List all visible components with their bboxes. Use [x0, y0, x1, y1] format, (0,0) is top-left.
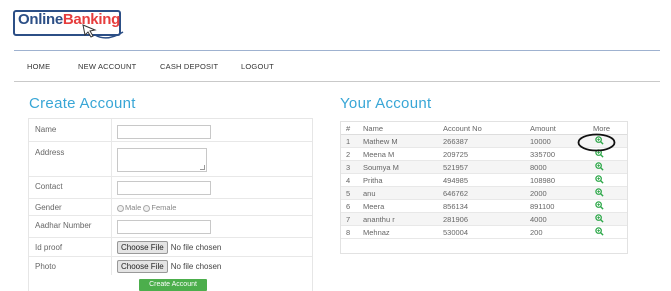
cell-account-no: 494985: [443, 176, 469, 185]
form-row-name: Name: [29, 119, 312, 142]
cell-amount: 8000: [530, 163, 547, 172]
cell-account-no: 530004: [443, 228, 469, 237]
online-banking-logo: OnlineBanking: [13, 10, 129, 42]
cell-name: Pritha: [363, 176, 383, 185]
cell-account-no: 521957: [443, 163, 469, 172]
form-row-contact: Contact: [29, 177, 312, 199]
cell-amount: 335700: [530, 150, 556, 159]
cell-amount: 200: [530, 228, 543, 237]
idproof-choose-file-button[interactable]: Choose File: [117, 241, 168, 254]
cell-name: ananthu r: [363, 215, 395, 224]
gender-male-radio[interactable]: [117, 204, 124, 212]
create-account-button[interactable]: Create Account: [139, 279, 207, 291]
cell-amount: 108980: [530, 176, 556, 185]
resize-grip-icon[interactable]: [200, 165, 205, 170]
cell-index: 6: [346, 202, 351, 211]
cell-index: 7: [346, 215, 351, 224]
table-row: 5 anu 646762 2000: [341, 187, 627, 200]
form-row-idproof: Id proof Choose File No file chosen: [29, 238, 312, 257]
zoom-in-icon[interactable]: [595, 188, 604, 197]
create-account-heading: Create Account: [29, 95, 136, 112]
table-row: 6 Meera 856134 891100: [341, 200, 627, 213]
cell-amount: 891100: [530, 202, 555, 211]
zoom-in-icon[interactable]: [595, 175, 604, 184]
name-label: Name: [35, 125, 57, 134]
cell-name: Meena M: [363, 150, 395, 159]
photo-file-status: No file chosen: [170, 262, 222, 271]
form-row-aadhar: Aadhar Number: [29, 216, 312, 238]
cell-name: anu: [363, 189, 376, 198]
cell-account-no: 281906: [443, 215, 469, 224]
gender-male-label[interactable]: Male: [125, 203, 141, 212]
table-row: 7 ananthu r 281906 4000: [341, 213, 627, 226]
your-account-heading: Your Account: [340, 95, 432, 112]
top-navigation: HOME NEW ACCOUNT CASH DEPOSIT LOGOUT: [14, 50, 660, 82]
zoom-in-icon[interactable]: [595, 214, 604, 223]
gender-options: Male Female: [117, 203, 176, 212]
cell-account-no: 209725: [443, 150, 469, 159]
cell-index: 2: [346, 150, 351, 159]
cell-account-no: 646762: [443, 189, 469, 198]
address-label: Address: [35, 148, 65, 157]
cell-name: Soumya M: [363, 163, 399, 172]
nav-home[interactable]: HOME: [27, 62, 50, 71]
form-row-photo: Photo Choose File No file chosen: [29, 257, 312, 275]
nav-logout[interactable]: LOGOUT: [241, 62, 274, 71]
form-row-gender: Gender Male Female: [29, 199, 312, 216]
aadhar-input[interactable]: [117, 220, 211, 234]
cell-index: 4: [346, 176, 351, 185]
table-row: 8 Mehnaz 530004 200: [341, 226, 627, 239]
zoom-in-icon[interactable]: [595, 227, 604, 236]
contact-input[interactable]: [117, 181, 211, 195]
photo-label: Photo: [35, 262, 56, 271]
zoom-in-icon[interactable]: [595, 201, 604, 210]
gender-label: Gender: [35, 203, 62, 212]
col-header-index: #: [346, 124, 351, 133]
zoom-in-icon[interactable]: [595, 162, 604, 171]
gender-female-label[interactable]: Female: [151, 203, 176, 212]
highlight-circle: [577, 133, 616, 152]
table-row: 4 Pritha 494985 108980: [341, 174, 627, 187]
cell-index: 5: [346, 189, 351, 198]
idproof-file-input[interactable]: Choose File No file chosen: [117, 241, 221, 254]
contact-label: Contact: [35, 182, 63, 191]
idproof-file-status: No file chosen: [170, 243, 222, 252]
cell-index: 8: [346, 228, 351, 237]
photo-choose-file-button[interactable]: Choose File: [117, 260, 168, 273]
cell-amount: 4000: [530, 215, 547, 224]
photo-file-input[interactable]: Choose File No file chosen: [117, 260, 221, 273]
form-row-address: Address: [29, 142, 312, 177]
col-header-more: More: [593, 124, 611, 133]
cell-amount: 10000: [530, 137, 551, 146]
idproof-label: Id proof: [35, 243, 63, 252]
cell-name: Mathew M: [363, 137, 398, 146]
logo-text-online: Online: [18, 11, 63, 28]
cell-index: 1: [346, 137, 351, 146]
cell-name: Mehnaz: [363, 228, 390, 237]
gender-female-radio[interactable]: [143, 204, 151, 212]
table-row: 3 Soumya M 521957 8000: [341, 161, 627, 174]
col-header-account-no: Account No: [443, 124, 482, 133]
col-header-amount: Amount: [530, 124, 556, 133]
cell-account-no: 856134: [443, 202, 469, 211]
cell-index: 3: [346, 163, 351, 172]
nav-cash-deposit[interactable]: CASH DEPOSIT: [160, 62, 218, 71]
cell-amount: 2000: [530, 189, 547, 198]
nav-new-account[interactable]: NEW ACCOUNT: [78, 62, 136, 71]
cell-account-no: 266387: [443, 137, 469, 146]
address-textarea[interactable]: [117, 148, 207, 172]
cursor-arrow-icon: [82, 24, 124, 39]
create-account-form: Name Address Contact Gender Male Female …: [28, 118, 313, 291]
cell-name: Meera: [363, 202, 385, 211]
col-header-name: Name: [363, 124, 384, 133]
name-input[interactable]: [117, 125, 211, 139]
aadhar-label: Aadhar Number: [35, 221, 92, 230]
